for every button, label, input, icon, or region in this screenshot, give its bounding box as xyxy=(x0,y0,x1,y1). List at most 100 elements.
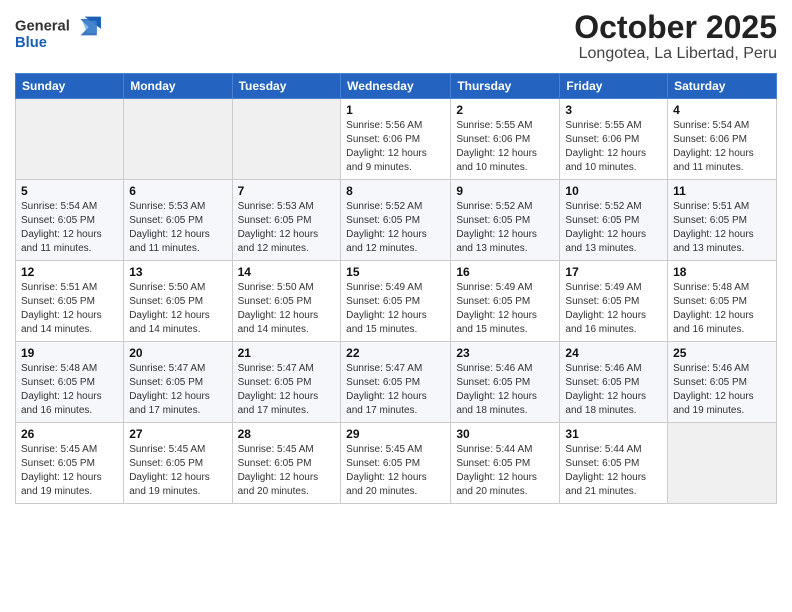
calendar-cell xyxy=(232,99,341,180)
calendar-cell: 4 Sunrise: 5:54 AM Sunset: 6:06 PM Daylig… xyxy=(668,99,777,180)
calendar-cell: 16 Sunrise: 5:49 AM Sunset: 6:05 PM Dayli… xyxy=(451,261,560,342)
calendar-cell: 14 Sunrise: 5:50 AM Sunset: 6:05 PM Dayli… xyxy=(232,261,341,342)
calendar-cell: 13Sunrise: 5:50 AM Sunset: 6:05 PM Dayli… xyxy=(124,261,232,342)
calendar-cell: 8 Sunrise: 5:52 AM Sunset: 6:05 PM Daylig… xyxy=(341,180,451,261)
calendar-cell xyxy=(668,423,777,504)
cell-info-text: Sunrise: 5:47 AM Sunset: 6:05 PM Dayligh… xyxy=(238,362,336,418)
cell-day-number: 21 xyxy=(238,346,336,360)
calendar-cell xyxy=(124,99,232,180)
calendar-title: October 2025 xyxy=(574,10,777,45)
calendar-cell: 29 Sunrise: 5:45 AM Sunset: 6:05 PM Dayli… xyxy=(341,423,451,504)
cell-day-number: 5 xyxy=(21,184,118,198)
cell-info-text: Sunrise: 5:45 AM Sunset: 6:05 PM Dayligh… xyxy=(346,443,445,499)
cell-day-number: 4 xyxy=(673,103,771,117)
cell-info-text: Sunrise: 5:52 AM Sunset: 6:05 PM Dayligh… xyxy=(565,200,662,256)
page-container: General Blue October 2025 Longotea, La L… xyxy=(0,0,792,514)
cell-info-text: Sunrise: 5:45 AM Sunset: 6:05 PM Dayligh… xyxy=(129,443,226,499)
cell-day-number: 29 xyxy=(346,427,445,441)
cell-day-number: 8 xyxy=(346,184,445,198)
calendar-cell: 3 Sunrise: 5:55 AM Sunset: 6:06 PM Daylig… xyxy=(560,99,668,180)
calendar-cell: 24Sunrise: 5:46 AM Sunset: 6:05 PM Dayli… xyxy=(560,342,668,423)
calendar-cell: 26Sunrise: 5:45 AM Sunset: 6:05 PM Dayli… xyxy=(16,423,124,504)
cell-info-text: Sunrise: 5:55 AM Sunset: 6:06 PM Dayligh… xyxy=(565,119,662,175)
cell-day-number: 30 xyxy=(456,427,554,441)
calendar-cell xyxy=(16,99,124,180)
weekday-header-monday: Monday xyxy=(124,74,232,99)
cell-day-number: 27 xyxy=(129,427,226,441)
calendar-cell: 15Sunrise: 5:49 AM Sunset: 6:05 PM Dayli… xyxy=(341,261,451,342)
cell-info-text: Sunrise: 5:47 AM Sunset: 6:05 PM Dayligh… xyxy=(129,362,226,418)
calendar-subtitle: Longotea, La Libertad, Peru xyxy=(574,45,777,63)
cell-day-number: 17 xyxy=(565,265,662,279)
logo-svg: General Blue xyxy=(15,10,105,60)
cell-info-text: Sunrise: 5:49 AM Sunset: 6:05 PM Dayligh… xyxy=(456,281,554,337)
calendar-cell: 27 Sunrise: 5:45 AM Sunset: 6:05 PM Dayli… xyxy=(124,423,232,504)
cell-day-number: 18 xyxy=(673,265,771,279)
cell-day-number: 15 xyxy=(346,265,445,279)
cell-day-number: 14 xyxy=(238,265,336,279)
calendar-week-row: 12Sunrise: 5:51 AM Sunset: 6:05 PM Dayli… xyxy=(16,261,777,342)
calendar-cell: 10Sunrise: 5:52 AM Sunset: 6:05 PM Dayli… xyxy=(560,180,668,261)
cell-day-number: 22 xyxy=(346,346,445,360)
calendar-cell: 25Sunrise: 5:46 AM Sunset: 6:05 PM Dayli… xyxy=(668,342,777,423)
calendar-cell: 1 Sunrise: 5:56 AM Sunset: 6:06 PM Daylig… xyxy=(341,99,451,180)
cell-day-number: 1 xyxy=(346,103,445,117)
cell-day-number: 16 xyxy=(456,265,554,279)
weekday-header-wednesday: Wednesday xyxy=(341,74,451,99)
calendar-cell: 23Sunrise: 5:46 AM Sunset: 6:05 PM Dayli… xyxy=(451,342,560,423)
cell-info-text: Sunrise: 5:46 AM Sunset: 6:05 PM Dayligh… xyxy=(565,362,662,418)
cell-info-text: Sunrise: 5:48 AM Sunset: 6:05 PM Dayligh… xyxy=(673,281,771,337)
calendar-week-row: 5 Sunrise: 5:54 AM Sunset: 6:05 PM Daylig… xyxy=(16,180,777,261)
cell-day-number: 20 xyxy=(129,346,226,360)
cell-info-text: Sunrise: 5:54 AM Sunset: 6:05 PM Dayligh… xyxy=(21,200,118,256)
weekday-header-thursday: Thursday xyxy=(451,74,560,99)
cell-info-text: Sunrise: 5:53 AM Sunset: 6:05 PM Dayligh… xyxy=(129,200,226,256)
cell-info-text: Sunrise: 5:45 AM Sunset: 6:05 PM Dayligh… xyxy=(238,443,336,499)
calendar-cell: 12Sunrise: 5:51 AM Sunset: 6:05 PM Dayli… xyxy=(16,261,124,342)
weekday-header-tuesday: Tuesday xyxy=(232,74,341,99)
cell-info-text: Sunrise: 5:44 AM Sunset: 6:05 PM Dayligh… xyxy=(456,443,554,499)
cell-day-number: 3 xyxy=(565,103,662,117)
cell-day-number: 9 xyxy=(456,184,554,198)
cell-info-text: Sunrise: 5:46 AM Sunset: 6:05 PM Dayligh… xyxy=(456,362,554,418)
calendar-cell: 7 Sunrise: 5:53 AM Sunset: 6:05 PM Daylig… xyxy=(232,180,341,261)
cell-info-text: Sunrise: 5:56 AM Sunset: 6:06 PM Dayligh… xyxy=(346,119,445,175)
calendar-cell: 21 Sunrise: 5:47 AM Sunset: 6:05 PM Dayli… xyxy=(232,342,341,423)
weekday-header-saturday: Saturday xyxy=(668,74,777,99)
cell-day-number: 2 xyxy=(456,103,554,117)
cell-info-text: Sunrise: 5:51 AM Sunset: 6:05 PM Dayligh… xyxy=(673,200,771,256)
calendar-cell: 6 Sunrise: 5:53 AM Sunset: 6:05 PM Daylig… xyxy=(124,180,232,261)
cell-info-text: Sunrise: 5:44 AM Sunset: 6:05 PM Dayligh… xyxy=(565,443,662,499)
calendar-cell: 2 Sunrise: 5:55 AM Sunset: 6:06 PM Daylig… xyxy=(451,99,560,180)
cell-info-text: Sunrise: 5:53 AM Sunset: 6:05 PM Dayligh… xyxy=(238,200,336,256)
weekday-header-sunday: Sunday xyxy=(16,74,124,99)
cell-day-number: 7 xyxy=(238,184,336,198)
calendar-table: SundayMondayTuesdayWednesdayThursdayFrid… xyxy=(15,73,777,504)
page-header: General Blue October 2025 Longotea, La L… xyxy=(15,10,777,63)
svg-text:Blue: Blue xyxy=(15,35,47,51)
calendar-cell: 18 Sunrise: 5:48 AM Sunset: 6:05 PM Dayli… xyxy=(668,261,777,342)
cell-info-text: Sunrise: 5:52 AM Sunset: 6:05 PM Dayligh… xyxy=(346,200,445,256)
cell-day-number: 6 xyxy=(129,184,226,198)
calendar-cell: 5 Sunrise: 5:54 AM Sunset: 6:05 PM Daylig… xyxy=(16,180,124,261)
cell-info-text: Sunrise: 5:52 AM Sunset: 6:05 PM Dayligh… xyxy=(456,200,554,256)
svg-text:General: General xyxy=(15,19,70,35)
calendar-cell: 9 Sunrise: 5:52 AM Sunset: 6:05 PM Daylig… xyxy=(451,180,560,261)
calendar-week-row: 26Sunrise: 5:45 AM Sunset: 6:05 PM Dayli… xyxy=(16,423,777,504)
calendar-cell: 20 Sunrise: 5:47 AM Sunset: 6:05 PM Dayli… xyxy=(124,342,232,423)
cell-day-number: 25 xyxy=(673,346,771,360)
cell-info-text: Sunrise: 5:50 AM Sunset: 6:05 PM Dayligh… xyxy=(238,281,336,337)
cell-info-text: Sunrise: 5:55 AM Sunset: 6:06 PM Dayligh… xyxy=(456,119,554,175)
cell-day-number: 11 xyxy=(673,184,771,198)
title-block: October 2025 Longotea, La Libertad, Peru xyxy=(574,10,777,63)
cell-info-text: Sunrise: 5:54 AM Sunset: 6:06 PM Dayligh… xyxy=(673,119,771,175)
calendar-week-row: 19 Sunrise: 5:48 AM Sunset: 6:05 PM Dayli… xyxy=(16,342,777,423)
calendar-cell: 28Sunrise: 5:45 AM Sunset: 6:05 PM Dayli… xyxy=(232,423,341,504)
calendar-week-row: 1 Sunrise: 5:56 AM Sunset: 6:06 PM Daylig… xyxy=(16,99,777,180)
logo: General Blue xyxy=(15,10,105,60)
calendar-header-row: SundayMondayTuesdayWednesdayThursdayFrid… xyxy=(16,74,777,99)
calendar-cell: 17 Sunrise: 5:49 AM Sunset: 6:05 PM Dayli… xyxy=(560,261,668,342)
cell-info-text: Sunrise: 5:48 AM Sunset: 6:05 PM Dayligh… xyxy=(21,362,118,418)
cell-info-text: Sunrise: 5:49 AM Sunset: 6:05 PM Dayligh… xyxy=(565,281,662,337)
cell-day-number: 19 xyxy=(21,346,118,360)
